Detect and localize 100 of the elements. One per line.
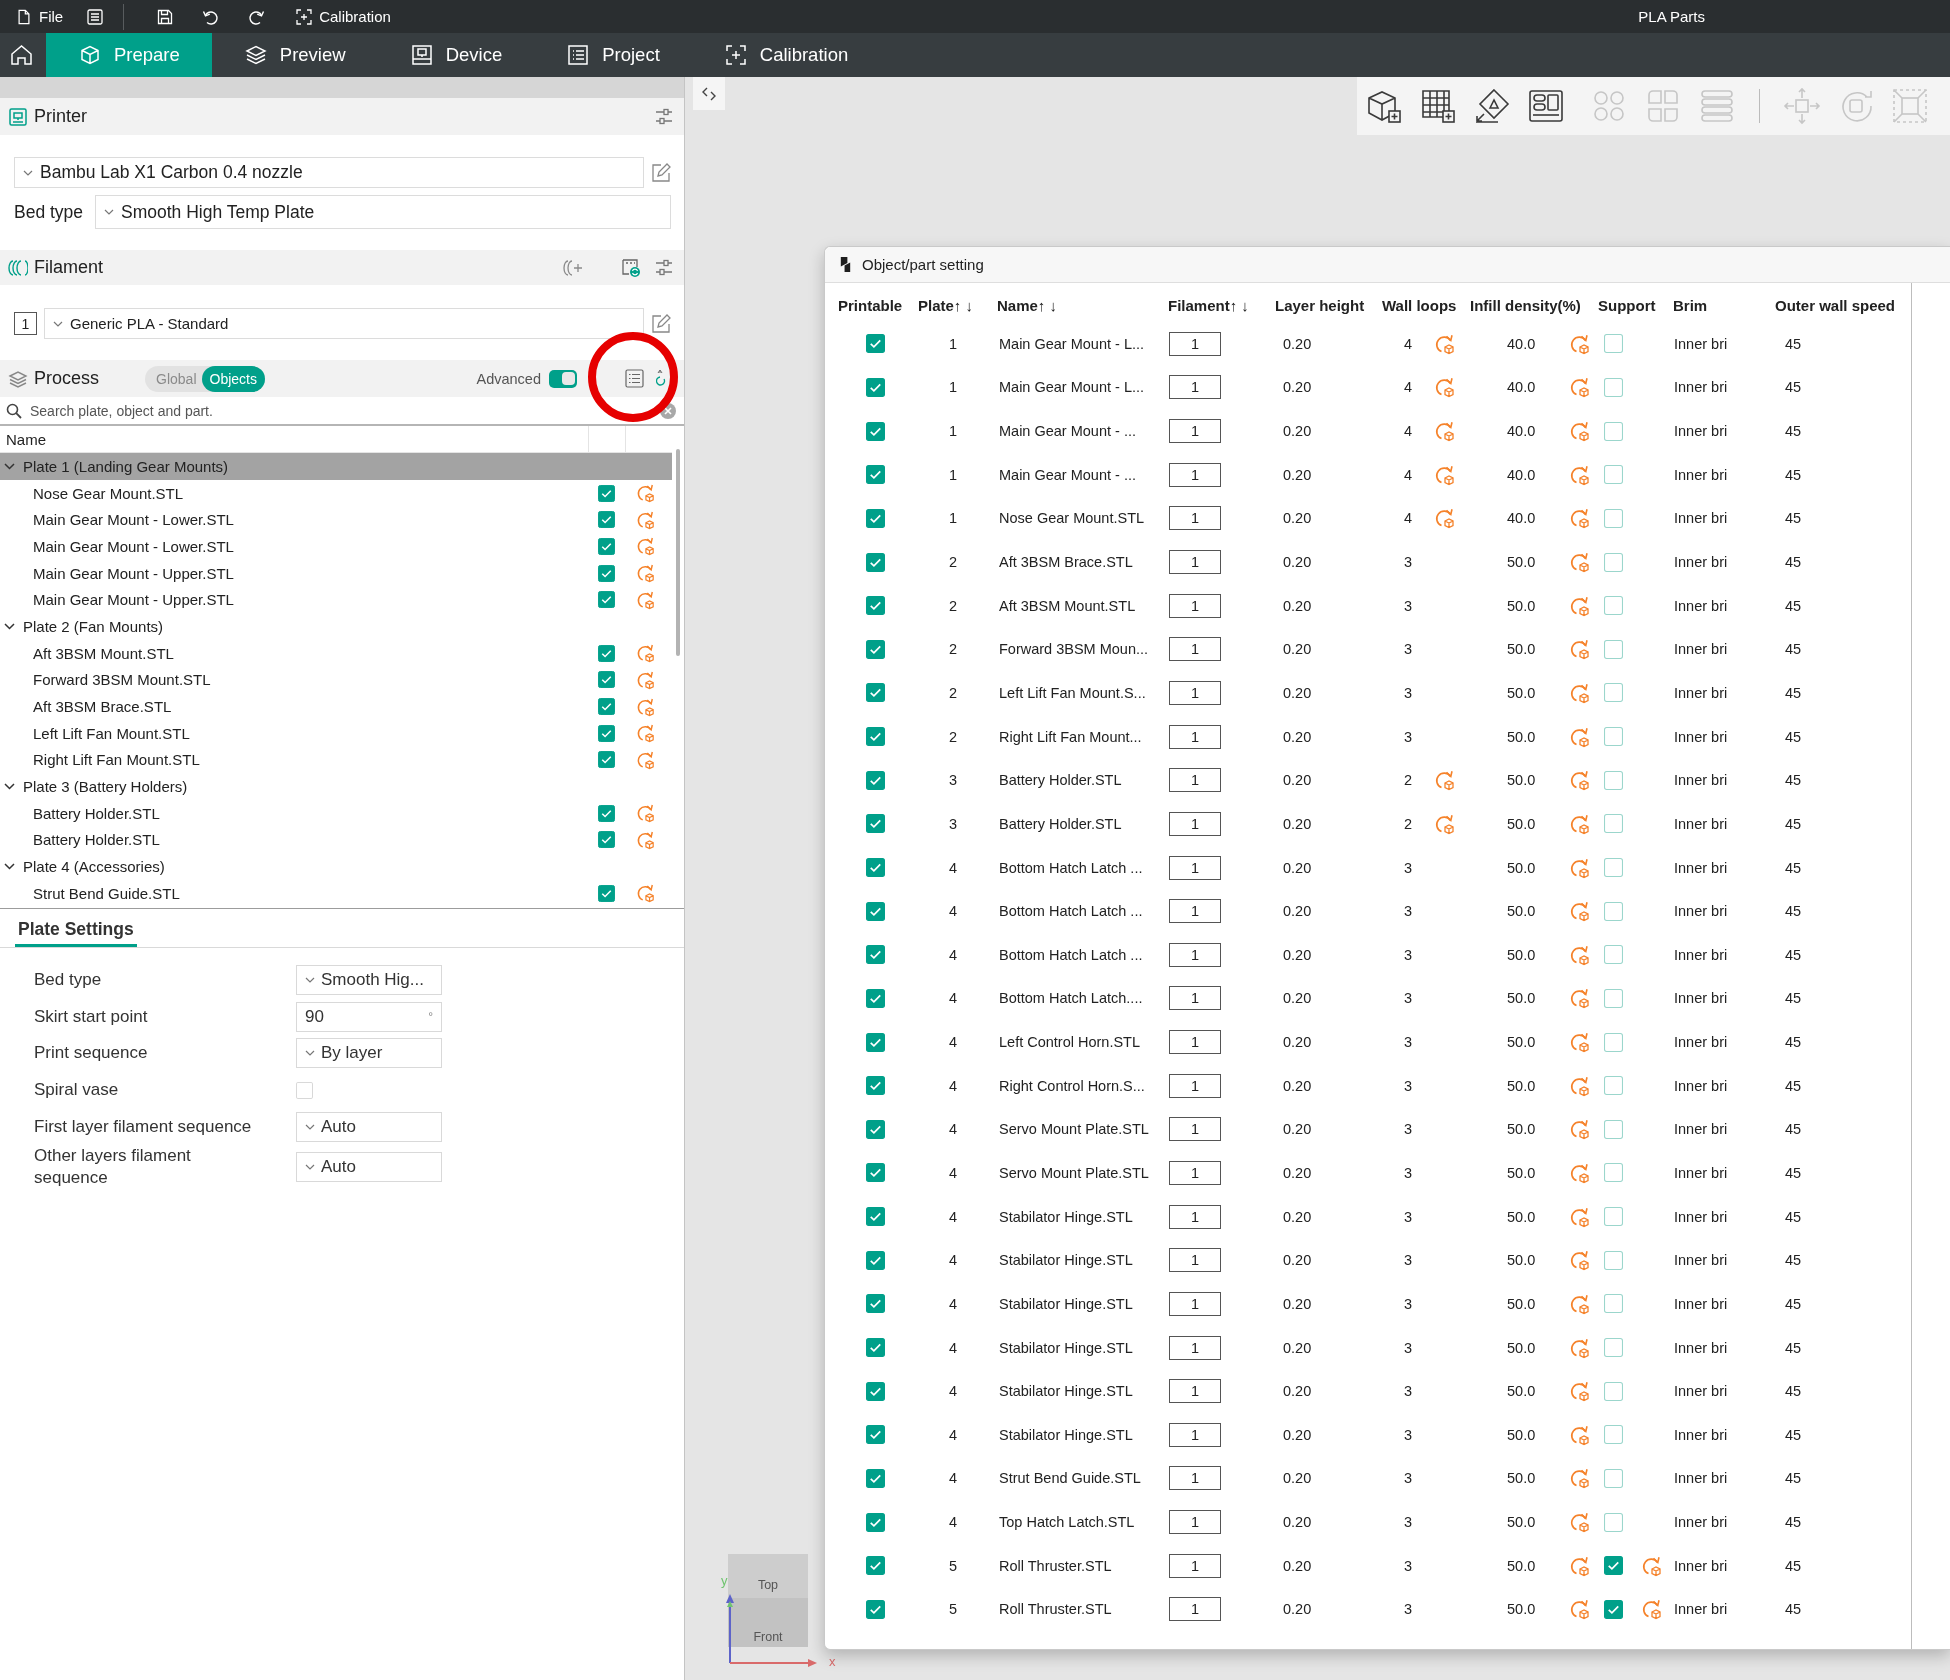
- printable-checkbox[interactable]: [865, 1163, 885, 1183]
- printable-checkbox[interactable]: [865, 596, 885, 616]
- tab[interactable]: Device: [377, 33, 535, 77]
- object-item[interactable]: Aft 3BSM Mount.STL: [0, 639, 672, 667]
- support-checkbox[interactable]: [1604, 1599, 1623, 1619]
- settings-tab[interactable]: Plate Settings: [15, 909, 137, 947]
- modified-settings-icon[interactable]: [1568, 551, 1590, 573]
- printable-checkbox[interactable]: [598, 537, 615, 555]
- modified-settings-icon[interactable]: [635, 589, 655, 610]
- support-checkbox[interactable]: [1604, 465, 1623, 485]
- support-checkbox[interactable]: [1604, 1119, 1623, 1139]
- modified-settings-icon[interactable]: [1568, 943, 1590, 966]
- setting-checkbox[interactable]: [296, 1081, 313, 1099]
- modified-settings-icon[interactable]: [1640, 1554, 1662, 1577]
- support-checkbox[interactable]: [1604, 770, 1623, 790]
- file-menu[interactable]: File: [16, 4, 64, 29]
- modified-settings-icon[interactable]: [1568, 1554, 1590, 1577]
- modified-settings-icon[interactable]: [635, 696, 655, 717]
- support-checkbox[interactable]: [1604, 596, 1623, 616]
- object-item[interactable]: Left Lift Fan Mount.STL: [0, 719, 672, 747]
- object-item[interactable]: Forward 3BSM Mount.STL: [0, 666, 672, 694]
- printable-checkbox[interactable]: [865, 770, 885, 790]
- printable-checkbox[interactable]: [865, 727, 885, 747]
- printable-checkbox[interactable]: [598, 724, 615, 742]
- setting-dropdown[interactable]: By layer: [296, 1038, 442, 1069]
- setting-dropdown[interactable]: Auto: [296, 1111, 442, 1142]
- modified-settings-icon[interactable]: [1568, 420, 1590, 443]
- printable-checkbox[interactable]: [865, 1556, 885, 1576]
- printable-checkbox[interactable]: [865, 421, 885, 441]
- printable-checkbox[interactable]: [865, 1032, 885, 1052]
- modified-settings-icon[interactable]: [635, 883, 655, 904]
- modified-settings-icon[interactable]: [635, 509, 655, 530]
- filament-field[interactable]: 1: [1169, 419, 1221, 444]
- modified-settings-icon[interactable]: [635, 643, 655, 664]
- plate-item[interactable]: Plate 1 (Landing Gear Mounts): [0, 453, 672, 480]
- filament-field[interactable]: 1: [1169, 1030, 1221, 1055]
- printable-checkbox[interactable]: [598, 564, 615, 582]
- filament-field[interactable]: 1: [1169, 724, 1221, 749]
- object-item[interactable]: Strut Bend Guide.STL: [0, 880, 672, 907]
- modified-settings-icon[interactable]: [1433, 332, 1455, 355]
- support-checkbox[interactable]: [1604, 334, 1623, 354]
- modified-settings-icon[interactable]: [1433, 420, 1455, 443]
- printable-checkbox[interactable]: [865, 1076, 885, 1096]
- printable-checkbox[interactable]: [865, 508, 885, 528]
- printable-checkbox[interactable]: [598, 751, 615, 769]
- support-checkbox[interactable]: [1604, 1294, 1623, 1314]
- printable-checkbox[interactable]: [598, 804, 615, 822]
- support-checkbox[interactable]: [1604, 1425, 1623, 1445]
- filament-field[interactable]: 1: [1169, 375, 1221, 400]
- modified-settings-icon[interactable]: [1568, 507, 1590, 530]
- modified-settings-icon[interactable]: [635, 749, 655, 770]
- modified-settings-icon[interactable]: [1640, 1598, 1662, 1621]
- object-item[interactable]: Main Gear Mount - Upper.STL: [0, 586, 672, 614]
- filament-field[interactable]: 1: [1169, 768, 1221, 793]
- modified-settings-icon[interactable]: [1568, 725, 1590, 748]
- modified-settings-icon[interactable]: [1568, 1598, 1590, 1621]
- orient-icon[interactable]: [1473, 87, 1511, 125]
- plate-item[interactable]: Plate 3 (Battery Holders): [0, 773, 672, 800]
- support-checkbox[interactable]: [1604, 1338, 1623, 1358]
- support-checkbox[interactable]: [1604, 988, 1623, 1008]
- printable-checkbox[interactable]: [598, 591, 615, 609]
- filament-field[interactable]: 1: [1169, 637, 1221, 662]
- undo-icon[interactable]: [202, 8, 219, 25]
- support-checkbox[interactable]: [1604, 421, 1623, 441]
- modified-settings-icon[interactable]: [1568, 1467, 1590, 1490]
- filament-field[interactable]: 1: [1169, 680, 1221, 705]
- filament-field[interactable]: 1: [1169, 1510, 1221, 1535]
- printable-checkbox[interactable]: [865, 552, 885, 572]
- printer-dropdown[interactable]: Bambu Lab X1 Carbon 0.4 nozzle: [14, 157, 644, 188]
- home-icon[interactable]: [10, 44, 33, 66]
- support-checkbox[interactable]: [1604, 1512, 1623, 1532]
- modified-settings-icon[interactable]: [1568, 987, 1590, 1010]
- filament-field[interactable]: 1: [1169, 593, 1221, 618]
- support-checkbox[interactable]: [1604, 683, 1623, 703]
- save-icon[interactable]: [157, 8, 174, 25]
- chevron-down-icon[interactable]: [4, 460, 15, 472]
- printable-checkbox[interactable]: [865, 1207, 885, 1227]
- printable-checkbox[interactable]: [865, 1119, 885, 1139]
- modified-settings-icon[interactable]: [1568, 1380, 1590, 1403]
- printable-checkbox[interactable]: [865, 858, 885, 877]
- edit-icon[interactable]: [651, 162, 671, 183]
- support-checkbox[interactable]: [1604, 1032, 1623, 1052]
- modified-settings-icon[interactable]: [1568, 769, 1590, 792]
- object-item[interactable]: Aft 3BSM Brace.STL: [0, 693, 672, 720]
- filament-field[interactable]: 1: [1169, 462, 1221, 487]
- modified-settings-icon[interactable]: [1568, 900, 1590, 923]
- filament-field[interactable]: 1: [1169, 1597, 1221, 1622]
- support-checkbox[interactable]: [1604, 1076, 1623, 1096]
- modified-settings-icon[interactable]: [1433, 769, 1455, 792]
- modified-settings-icon[interactable]: [1568, 856, 1590, 879]
- collapse-button[interactable]: [693, 77, 725, 110]
- search-field[interactable]: Search plate, object and part.: [30, 399, 660, 422]
- modified-settings-icon[interactable]: [1568, 1205, 1590, 1228]
- modified-settings-icon[interactable]: [635, 563, 655, 584]
- filament-field[interactable]: 1: [1169, 811, 1221, 836]
- filament-field[interactable]: 1: [1169, 855, 1221, 880]
- setting-number-field[interactable]: 90 °: [296, 1001, 442, 1032]
- printable-checkbox[interactable]: [865, 465, 885, 485]
- redo-icon[interactable]: [249, 8, 266, 25]
- filament-field[interactable]: 1: [1169, 899, 1221, 924]
